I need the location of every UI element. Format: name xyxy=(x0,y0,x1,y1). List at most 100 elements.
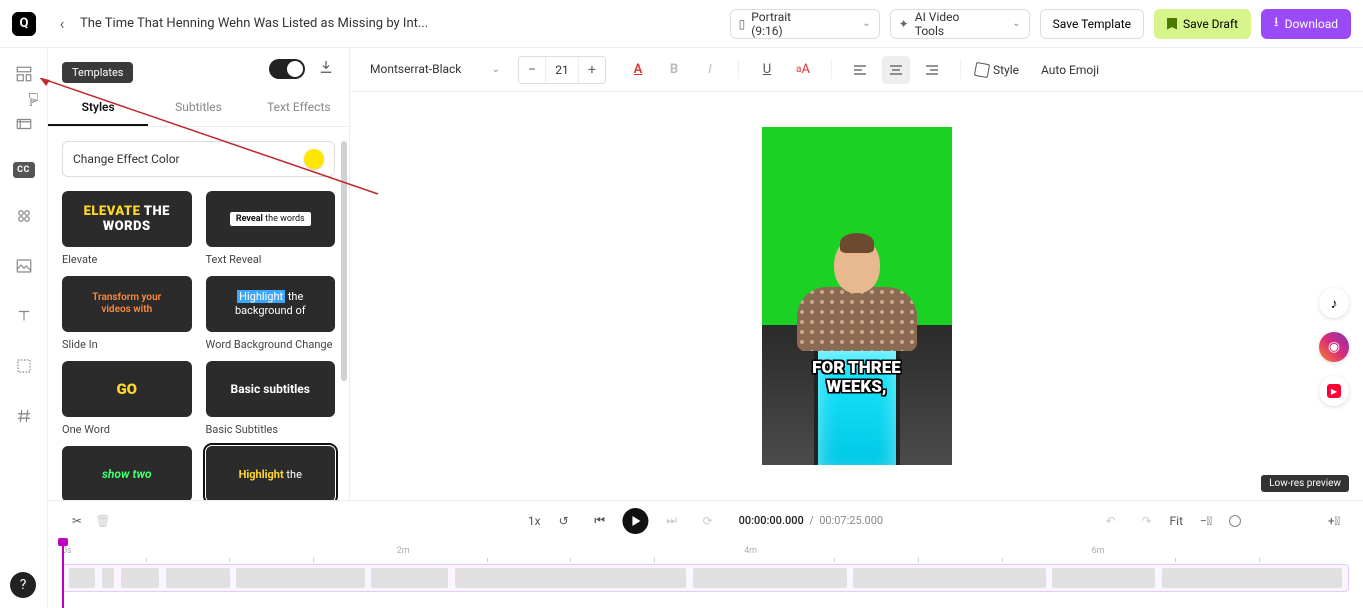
style-button[interactable]: Style xyxy=(975,63,1019,77)
redo-button[interactable]: ↷ xyxy=(1134,514,1160,528)
delete-button[interactable]: 🗑 xyxy=(90,514,116,528)
aspect-ratio-select[interactable]: ▯ Portrait (9:16) ⌄ xyxy=(730,9,880,39)
panel-scrollbar[interactable] xyxy=(341,141,347,381)
chevron-down-icon: ⌄ xyxy=(972,18,1020,29)
save-draft-button[interactable]: Save Draft xyxy=(1154,9,1251,39)
canvas[interactable]: FOR THREE WEEKS, xyxy=(350,92,1363,500)
tab-subtitles[interactable]: Subtitles xyxy=(148,90,248,126)
video-preview[interactable]: FOR THREE WEEKS, xyxy=(762,127,952,465)
text-color-button[interactable]: A xyxy=(624,56,652,84)
save-template-button[interactable]: Save Template xyxy=(1040,9,1144,39)
timeline-track[interactable] xyxy=(62,564,1349,592)
style-one-word[interactable]: GO xyxy=(62,361,192,417)
next-button[interactable]: ⏭ xyxy=(659,513,685,528)
thumb-text: Reveal the words xyxy=(230,212,311,226)
ruler-2m: 2m xyxy=(397,546,410,556)
increase-size[interactable]: + xyxy=(579,62,605,78)
tiktok-button[interactable]: ♪ xyxy=(1319,288,1349,318)
rail-templates[interactable] xyxy=(12,62,36,86)
help-button[interactable]: ? xyxy=(10,572,36,598)
loop-button[interactable]: ⟳ xyxy=(695,514,721,528)
change-effect-color[interactable]: Change Effect Color xyxy=(62,141,335,177)
font-size-value[interactable]: 21 xyxy=(545,57,579,83)
style-elevate[interactable]: ELEVATE THEWORDS xyxy=(62,191,192,247)
tab-styles[interactable]: Styles xyxy=(48,90,148,126)
undo-button[interactable]: ↶ xyxy=(1098,514,1124,528)
style-highlight-current[interactable]: Highlight the xyxy=(206,446,336,500)
instagram-button[interactable]: ◉ xyxy=(1319,332,1349,362)
chevron-down-icon: ⌄ xyxy=(492,64,500,75)
bold-button[interactable]: B xyxy=(660,56,688,84)
decrease-size[interactable]: − xyxy=(519,62,545,78)
play-button[interactable] xyxy=(623,508,649,534)
project-title: The Time That Henning Wehn Was Listed as… xyxy=(80,16,428,31)
styles-panel: Styles Subtitles Text Effects Change Eff… xyxy=(48,48,350,500)
style-text-reveal[interactable]: Reveal the words xyxy=(206,191,336,247)
separator xyxy=(831,61,832,79)
playback-controls: ✂ 🗑 1x ↺ ⏮ ⏭ ⟳ 00:00:00.000 / 00:07:25.0… xyxy=(48,500,1363,540)
style-label: Basic Subtitles xyxy=(206,423,336,436)
panel-toggle[interactable] xyxy=(269,59,305,79)
app-logo[interactable]: Q xyxy=(0,0,48,48)
thumb-text: Highlight the background of xyxy=(210,290,332,319)
ai-tools-label: AI Video Tools xyxy=(915,10,973,38)
rail-resize[interactable] xyxy=(12,354,36,378)
text-toolbar: Montserrat-Black ⌄ − 21 + A B I U aA Sty… xyxy=(350,48,1363,92)
zoom-out-button[interactable]: −⃝ xyxy=(1193,514,1219,528)
align-center-button[interactable] xyxy=(882,56,910,84)
style-label: Slide In xyxy=(62,338,192,351)
speed-label[interactable]: 1x xyxy=(528,514,541,528)
thumb-text: Basic subtitles xyxy=(231,382,310,396)
panel-download-icon[interactable] xyxy=(317,58,335,80)
font-family-select[interactable]: Montserrat-Black ⌄ xyxy=(370,56,500,84)
rail-hashtag[interactable] xyxy=(12,404,36,428)
separator xyxy=(738,61,739,79)
person xyxy=(792,237,922,347)
rail-elements[interactable] xyxy=(12,204,36,228)
playhead[interactable] xyxy=(62,540,64,608)
download-button[interactable]: Download xyxy=(1261,9,1351,39)
style-label: Word Background Change xyxy=(206,338,336,351)
caption-text[interactable]: FOR THREE WEEKS, xyxy=(762,359,952,397)
zoom-handle[interactable] xyxy=(1229,515,1241,527)
rail-media[interactable] xyxy=(12,112,36,136)
align-right-button[interactable] xyxy=(918,56,946,84)
caption-line2: WEEKS, xyxy=(827,377,887,397)
rail-captions[interactable]: CC xyxy=(13,162,35,178)
tab-text-effects[interactable]: Text Effects xyxy=(249,90,349,126)
case-button[interactable]: aA xyxy=(789,56,817,84)
style-slide-in[interactable]: Transform yourvideos with xyxy=(62,276,192,332)
style-word-bg-change[interactable]: Highlight the background of xyxy=(206,276,336,332)
rail-image[interactable] xyxy=(12,254,36,278)
color-swatch[interactable] xyxy=(304,149,324,169)
lowres-badge: Low-res preview xyxy=(1261,475,1349,492)
prev-button[interactable]: ⏮ xyxy=(587,513,613,528)
align-left-button[interactable] xyxy=(846,56,874,84)
style-label: Text Reveal xyxy=(206,253,336,266)
timeline[interactable]: 0s 2m 4m 6m xyxy=(48,540,1363,608)
rail-text[interactable] xyxy=(12,304,36,328)
ai-tools-select[interactable]: ✦ AI Video Tools ⌄ xyxy=(890,9,1030,39)
ruler-6m: 6m xyxy=(1092,546,1105,556)
italic-button[interactable]: I xyxy=(696,56,724,84)
aspect-ratio-label: Portrait (9:16) xyxy=(751,10,822,38)
youtube-shorts-button[interactable]: ▶ xyxy=(1319,376,1349,406)
save-draft-label: Save Draft xyxy=(1183,17,1238,31)
font-name: Montserrat-Black xyxy=(370,62,461,76)
zoom-in-button[interactable]: +⃝ xyxy=(1321,514,1347,528)
thumb-text: Highlight the xyxy=(239,468,302,481)
style-basic-subtitles[interactable]: Basic subtitles xyxy=(206,361,336,417)
templates-tooltip: Templates xyxy=(62,62,133,83)
style-show-two[interactable]: show two xyxy=(62,446,192,500)
underline-button[interactable]: U xyxy=(753,56,781,84)
separator xyxy=(960,61,961,79)
fit-button[interactable]: Fit xyxy=(1170,514,1183,528)
style-label: Style xyxy=(993,63,1019,77)
font-size-stepper: − 21 + xyxy=(518,56,606,84)
replay-button[interactable]: ↺ xyxy=(551,514,577,528)
social-buttons: ♪ ◉ ▶ xyxy=(1319,288,1349,406)
auto-emoji-button[interactable]: Auto Emoji xyxy=(1041,63,1099,77)
sparkle-icon: ✦ xyxy=(899,17,909,31)
cut-button[interactable]: ✂ xyxy=(64,514,90,528)
back-button[interactable]: ‹ xyxy=(48,14,76,33)
